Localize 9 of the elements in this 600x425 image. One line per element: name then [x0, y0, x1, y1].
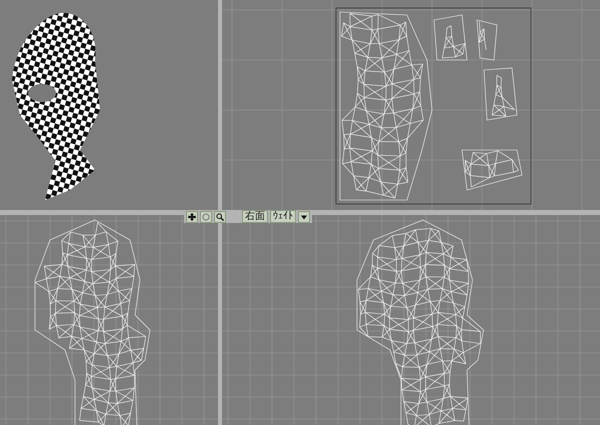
uv-island-drawing	[484, 68, 518, 120]
uv-island-drawing	[476, 20, 498, 60]
caret-icon[interactable]	[298, 210, 310, 222]
shading-dropdown[interactable]: ｳｪｲﾄ	[270, 210, 296, 223]
move-icon[interactable]	[186, 210, 198, 222]
uv-island-drawing	[462, 150, 522, 190]
uv-island-drawing	[434, 14, 468, 60]
zoom-icon[interactable]	[214, 210, 226, 222]
view-dropdown[interactable]: 右面	[242, 210, 268, 223]
